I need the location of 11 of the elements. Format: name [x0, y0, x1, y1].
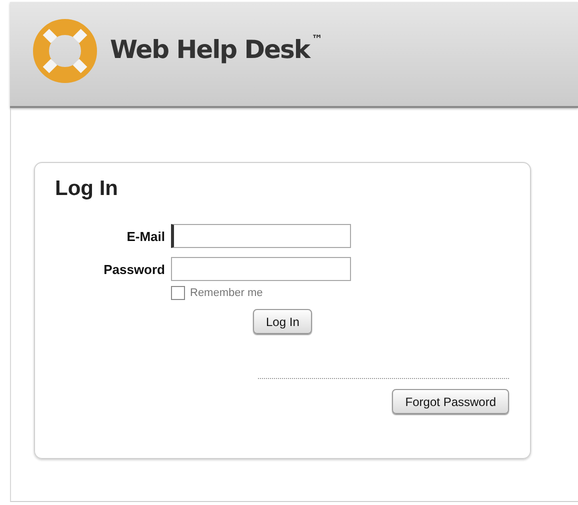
- field-label: Password: [102, 262, 165, 276]
- field-label: E-Mail: [126, 228, 165, 244]
- logo-text: Web Help Desk$^{™}$: [110, 34, 322, 64]
- remember-checkbox[interactable]: [171, 286, 185, 300]
- login-button[interactable]: Log In: [253, 309, 312, 334]
- remember-label: Remember me: [190, 287, 263, 299]
- life-buoy-icon: [32, 18, 98, 84]
- password-field[interactable]: [171, 257, 351, 281]
- forgot-password-button[interactable]: Forgot Password: [392, 389, 509, 414]
- email-field[interactable]: [171, 224, 351, 248]
- login-title: Log In: [55, 177, 119, 201]
